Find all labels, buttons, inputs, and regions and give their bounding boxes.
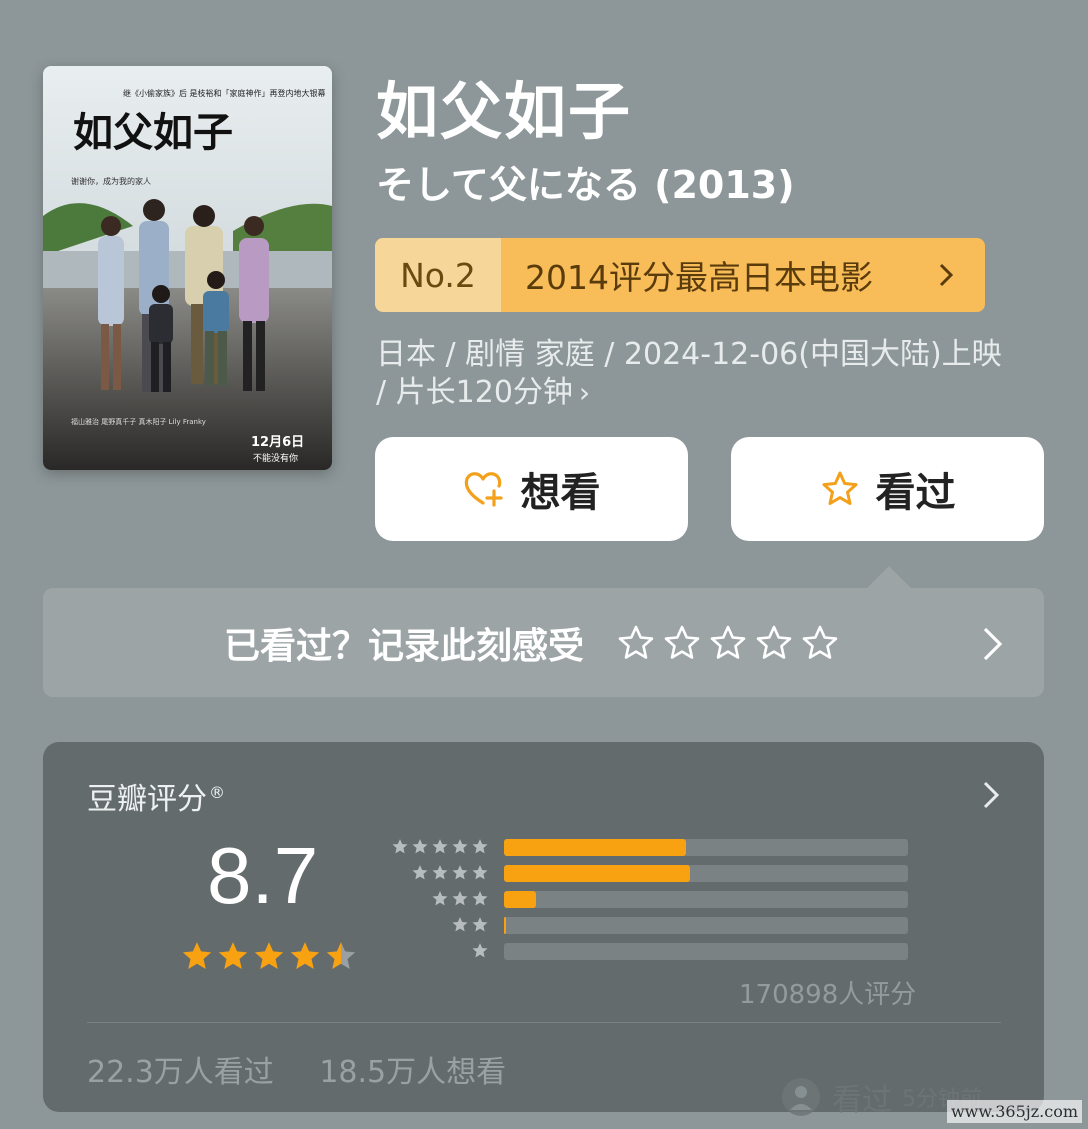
star-icon: [472, 917, 488, 932]
rank-label-container: 2014评分最高日本电影: [501, 238, 985, 312]
star-icon: [452, 917, 468, 932]
rating-bar-track: [504, 916, 908, 934]
row-stars: [391, 838, 489, 856]
star-outline-icon[interactable]: [708, 624, 748, 662]
rating-bar-track: [504, 838, 908, 856]
star-outline-icon[interactable]: [754, 624, 794, 662]
heart-plus-icon: [464, 472, 503, 507]
star-filled-icon: [290, 942, 320, 970]
star-icon: [452, 865, 468, 880]
record-feeling-label: 已看过？记录此刻感受: [224, 625, 585, 667]
rating-row-5-star: [389, 838, 908, 856]
rating-bar-fill: [504, 916, 506, 934]
watermark-label: 看过: [832, 1083, 892, 1118]
divider: [87, 1022, 1001, 1023]
record-pointer: [867, 566, 911, 588]
poster-title: 如父如子: [73, 109, 233, 156]
star-outline-icon[interactable]: [616, 624, 656, 662]
rating-header: 豆瓣评分 ®: [87, 774, 225, 818]
douban-rating-card[interactable]: 豆瓣评分 ® 8.7 170898人评分 22.3万人看过 18.5万人想看: [43, 742, 1044, 1112]
star-icon: [432, 865, 448, 880]
rating-bar-track: [504, 942, 908, 960]
star-outline-icon[interactable]: [662, 624, 702, 662]
rating-bar-track: [504, 864, 908, 882]
wanted-count: 18.5万人想看: [319, 1055, 507, 1090]
rating-row-1-star: [389, 942, 908, 960]
rating-score: 8.7: [207, 831, 319, 920]
star-icon: [432, 839, 448, 854]
rank-label: 2014评分最高日本电影: [525, 258, 873, 297]
movie-meta[interactable]: 日本 / 剧情 家庭 / 2024-12-06(中国大陆)上映 / 片长120分…: [376, 336, 1016, 412]
want-to-watch-button[interactable]: 想看: [375, 437, 688, 541]
movie-poster[interactable]: 继《小偷家族》后 是枝裕和「家庭神作」再登内地大银幕 如父如子 谢谢你，成为我的…: [43, 66, 332, 470]
poster-cast: 福山雅治 尾野真千子 真木阳子 Lily Franky: [71, 417, 206, 426]
poster-slogan: 不能没有你: [253, 452, 298, 464]
row-stars: [411, 864, 489, 882]
row-stars: [471, 942, 489, 960]
star-icon: [452, 891, 468, 906]
star-icon: [472, 865, 488, 880]
star-outline-icon: [822, 471, 857, 505]
poster-image: 继《小偷家族》后 是枝裕和「家庭神作」再登内地大银幕 如父如子 谢谢你，成为我的…: [43, 66, 332, 470]
rating-bar-fill: [504, 838, 686, 856]
rank-banner[interactable]: No.2 2014评分最高日本电影: [375, 238, 985, 312]
movie-original-title: そして父になる (2013): [376, 163, 795, 207]
star-filled-icon: [182, 942, 212, 970]
chevron-right-icon: [983, 627, 1003, 661]
row-stars: [431, 890, 489, 908]
watched-button[interactable]: 看过: [731, 437, 1044, 541]
rating-bar-fill: [504, 890, 537, 908]
want-to-watch-label: 想看: [520, 470, 601, 516]
star-icon: [412, 839, 428, 854]
star-icon: [472, 891, 488, 906]
chevron-right-icon: ›: [578, 376, 591, 409]
poster-top-line: 继《小偷家族》后 是枝裕和「家庭神作」再登内地大银幕: [123, 88, 326, 98]
poster-tagline: 谢谢你，成为我的家人: [71, 176, 151, 186]
avatar-icon: [782, 1078, 820, 1116]
movie-meta-text: 日本 / 剧情 家庭 / 2024-12-06(中国大陆)上映 / 片长120分…: [376, 337, 1002, 410]
rank-number: No.2: [375, 238, 501, 312]
watched-count: 22.3万人看过: [87, 1055, 274, 1090]
watched-label: 看过: [875, 470, 956, 516]
row-stars: [451, 916, 489, 934]
movie-title: 如父如子: [376, 75, 633, 148]
star-icon: [432, 891, 448, 906]
rating-row-2-star: [389, 916, 908, 934]
rating-footer: 22.3万人看过 18.5万人想看: [87, 1047, 506, 1091]
rate-stars[interactable]: [616, 624, 840, 662]
star-icon: [472, 943, 488, 958]
star-icon: [412, 865, 428, 880]
star-icon: [452, 839, 468, 854]
chevron-right-icon: [939, 263, 954, 287]
registered-icon: ®: [209, 783, 225, 802]
star-icon: [392, 839, 408, 854]
chevron-right-icon[interactable]: [982, 780, 1000, 810]
site-watermark: www.365jz.com: [946, 1100, 1082, 1123]
score-stars: [180, 940, 358, 974]
star-filled-icon: [218, 942, 248, 970]
rating-row-4-star: [389, 864, 908, 882]
star-filled-icon: [254, 942, 284, 970]
rating-bar-fill: [504, 864, 690, 882]
star-filled-icon: [326, 942, 356, 970]
rating-bar-track: [504, 890, 908, 908]
star-outline-icon[interactable]: [800, 624, 840, 662]
rating-header-label: 豆瓣评分: [87, 782, 207, 817]
rating-row-3-star: [389, 890, 908, 908]
star-icon: [472, 839, 488, 854]
rating-count: 170898人评分: [739, 980, 917, 1010]
poster-date: 12月6日: [251, 435, 304, 450]
record-feeling-bar[interactable]: 已看过？记录此刻感受: [43, 588, 1044, 697]
